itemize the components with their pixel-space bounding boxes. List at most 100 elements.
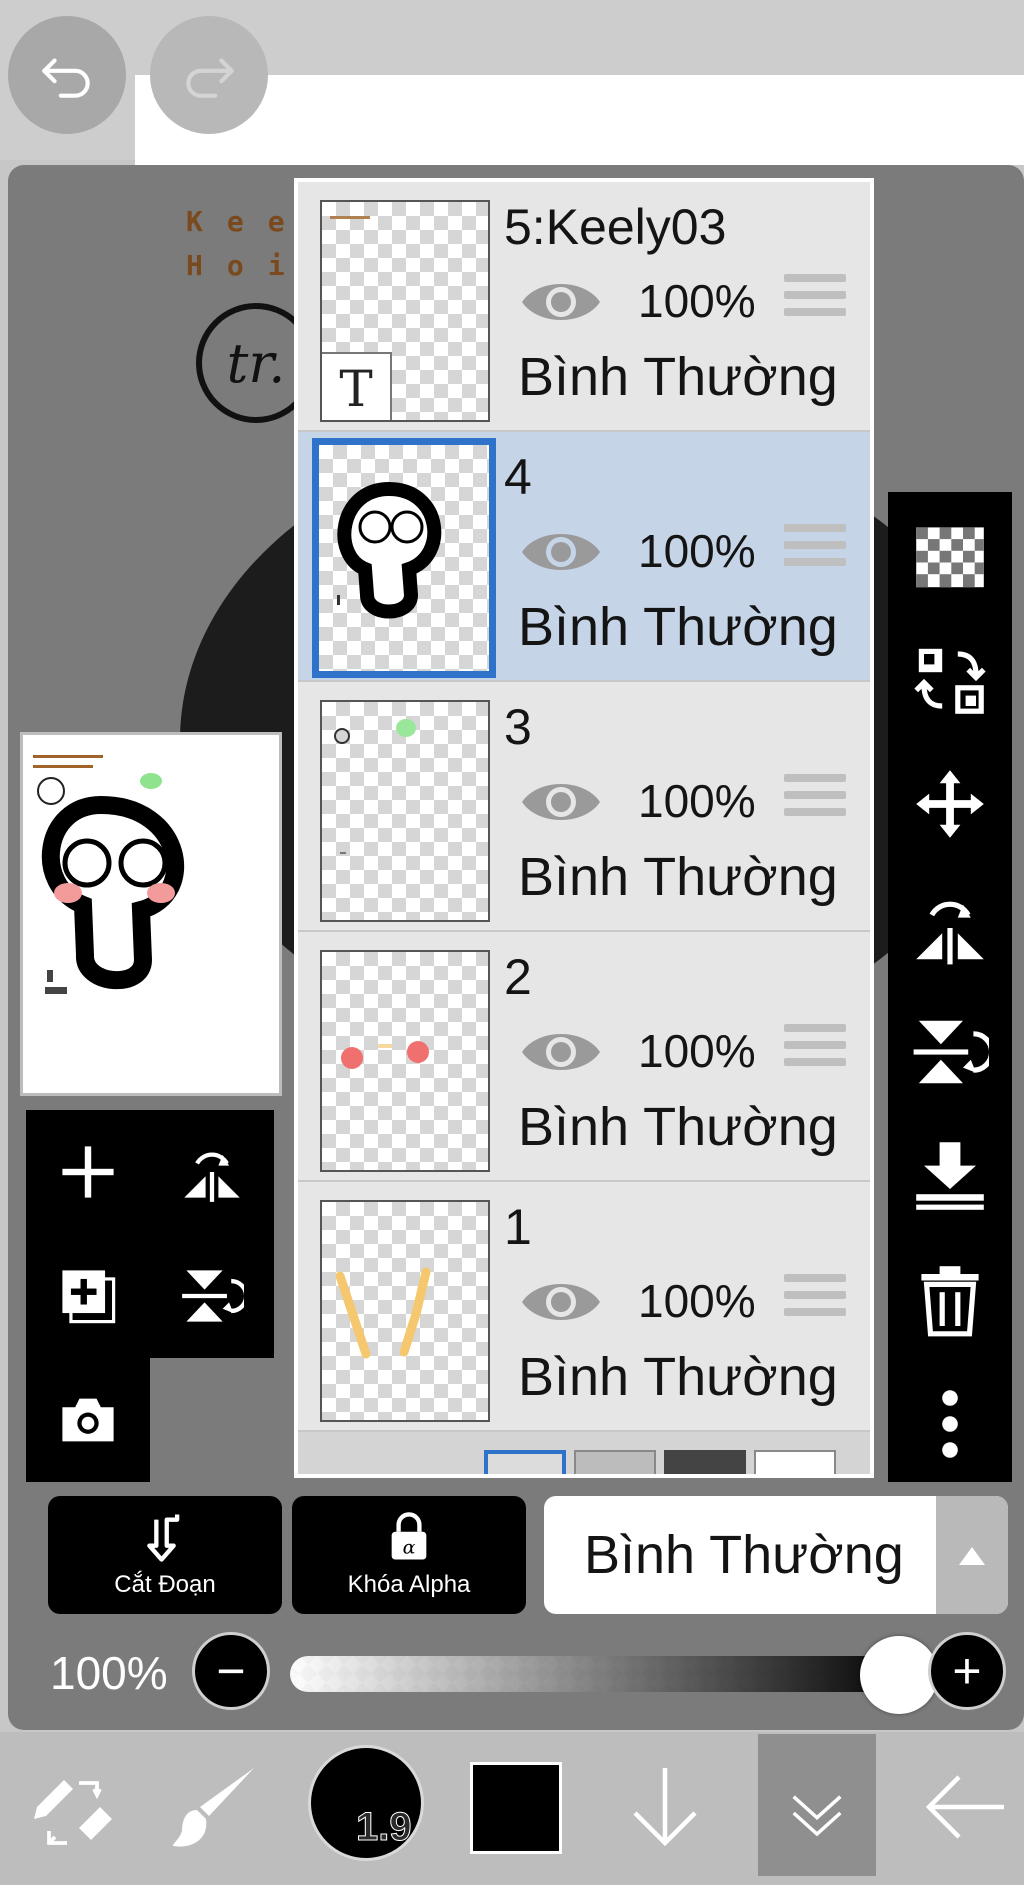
canvas-badge-text: tr. — [226, 331, 286, 395]
navigator-preview[interactable] — [20, 732, 282, 1096]
layer-blend-mode: Bình Thường — [518, 1097, 838, 1157]
layer-thumbnail — [320, 950, 490, 1172]
add-layer-button[interactable] — [26, 1110, 150, 1234]
collapse-panel-button[interactable] — [758, 1734, 876, 1876]
layer-opacity: 100% — [638, 775, 756, 827]
alpha-lock-label: Khóa Alpha — [347, 1571, 471, 1598]
thumb-text-mark — [330, 216, 370, 219]
layer-name: 4 — [504, 449, 532, 505]
duplicate-layer-button[interactable] — [26, 1234, 150, 1358]
blend-mode-select[interactable]: Bình Thường — [544, 1496, 1008, 1614]
opacity-decrease-button[interactable]: − — [192, 1632, 270, 1710]
canvas-top-area — [135, 75, 1024, 165]
drag-handle-icon[interactable] — [784, 1024, 846, 1074]
undo-icon — [42, 58, 90, 98]
opacity-slider-knob[interactable] — [860, 1636, 938, 1714]
layer-thumbnail — [312, 438, 496, 678]
clipping-button[interactable]: Cắt Đoạn — [48, 1496, 282, 1614]
flip-horizontal-button[interactable] — [900, 878, 1000, 978]
more-options-button[interactable] — [900, 1374, 1000, 1474]
more-vertical-icon — [942, 1390, 958, 1458]
brush-size-value: 1.9 — [356, 1805, 413, 1850]
redo-button[interactable] — [150, 16, 268, 134]
thumb-artwork — [335, 1267, 431, 1359]
drag-handle-icon[interactable] — [784, 1274, 846, 1324]
visibility-eye-icon[interactable] — [518, 524, 604, 580]
flip-horizontal-icon — [916, 901, 984, 965]
flip-horizontal-icon — [184, 1152, 240, 1202]
drag-handle-icon[interactable] — [784, 274, 846, 324]
scroll-down-button[interactable] — [610, 1742, 720, 1872]
layer-opacity: 100% — [638, 1025, 756, 1077]
move-button[interactable] — [900, 754, 1000, 854]
alpha-lock-button[interactable]: α Khóa Alpha — [292, 1496, 526, 1614]
drag-handle-icon[interactable] — [784, 524, 846, 574]
canvas-text-line1: Kee — [186, 205, 309, 238]
transparent-button[interactable] — [900, 506, 1000, 606]
tool-switch-button[interactable] — [18, 1742, 128, 1872]
svg-text:α: α — [403, 1536, 416, 1558]
flip-horizontal-button[interactable] — [150, 1110, 274, 1234]
color-swatch-button[interactable] — [470, 1762, 562, 1854]
trash-icon — [921, 1266, 979, 1337]
layer-name: 2 — [504, 949, 532, 1005]
layer-row-2[interactable]: 2 100% Bình Thường — [298, 932, 870, 1182]
swap-layers-button[interactable] — [900, 630, 1000, 730]
flip-vertical-icon — [913, 1020, 989, 1084]
right-toolbar — [888, 492, 1012, 1482]
layer-name: 5:Keely03 — [504, 199, 727, 255]
background-option[interactable] — [754, 1450, 836, 1474]
thumb-artwork — [337, 481, 442, 619]
background-option[interactable] — [574, 1450, 656, 1474]
layer-blend-mode: Bình Thường — [518, 347, 838, 407]
clipping-arrow-icon — [147, 1514, 180, 1562]
merge-down-button[interactable] — [900, 1126, 1000, 1226]
layer-list: T 5:Keely03 100% Bình Thường 4 100% Bình… — [294, 178, 874, 1478]
preview-artwork — [33, 755, 185, 994]
opacity-increase-button[interactable]: + — [928, 1632, 1006, 1710]
double-chevron-down-icon — [792, 1795, 842, 1837]
flip-vertical-button[interactable] — [900, 1002, 1000, 1102]
camera-button[interactable] — [26, 1358, 150, 1482]
back-button[interactable] — [910, 1742, 1020, 1872]
layer-blend-mode: Bình Thường — [518, 847, 838, 907]
visibility-eye-icon[interactable] — [518, 774, 604, 830]
clipping-label: Cắt Đoạn — [114, 1571, 216, 1598]
layer-row-3[interactable]: 3 100% Bình Thường — [298, 682, 870, 932]
visibility-eye-icon[interactable] — [518, 1024, 604, 1080]
visibility-eye-icon[interactable] — [518, 1274, 604, 1330]
layer-row-4[interactable]: 4 100% Bình Thường — [298, 432, 870, 682]
layer-row-5[interactable]: T 5:Keely03 100% Bình Thường — [298, 182, 870, 432]
opacity-slider-track[interactable] — [290, 1656, 910, 1692]
visibility-eye-icon[interactable] — [518, 274, 604, 330]
blend-mode-value: Bình Thường — [584, 1525, 904, 1585]
plus-icon: + — [952, 1643, 982, 1699]
thumb-artwork — [334, 719, 416, 854]
undo-button[interactable] — [8, 16, 126, 134]
layer-thumbnail — [320, 1200, 490, 1422]
layer-row-1[interactable]: 1 100% Bình Thường — [298, 1182, 870, 1432]
canvas-text-line2: Hoi — [186, 249, 309, 282]
flip-vertical-button[interactable] — [150, 1234, 274, 1358]
arrow-left-icon — [925, 1775, 1004, 1839]
merge-down-icon — [916, 1142, 984, 1210]
layer-blend-mode: Bình Thường — [518, 597, 838, 657]
background-option-selected[interactable] — [484, 1450, 566, 1474]
left-toolbar — [26, 1110, 274, 1482]
brush-tool-button[interactable] — [160, 1742, 270, 1872]
layer-thumbnail — [320, 700, 490, 922]
move-icon — [916, 770, 984, 838]
blend-mode-toggle[interactable] — [936, 1496, 1008, 1614]
brush-icon — [173, 1768, 254, 1847]
app-screen: Kee Hoi tr. T 5:Keely03 100% Bình Thường… — [0, 0, 1024, 1885]
layer-name: 1 — [504, 1199, 532, 1255]
drag-handle-icon[interactable] — [784, 774, 846, 824]
add-layer-icon — [62, 1146, 114, 1198]
text-layer-icon: T — [322, 352, 392, 420]
arrow-down-icon — [633, 1768, 697, 1847]
layer-list-footer — [298, 1432, 870, 1474]
delete-layer-button[interactable] — [900, 1250, 1000, 1350]
layer-thumbnail: T — [320, 200, 490, 422]
background-option[interactable] — [664, 1450, 746, 1474]
opacity-value: 100% — [50, 1647, 168, 1699]
